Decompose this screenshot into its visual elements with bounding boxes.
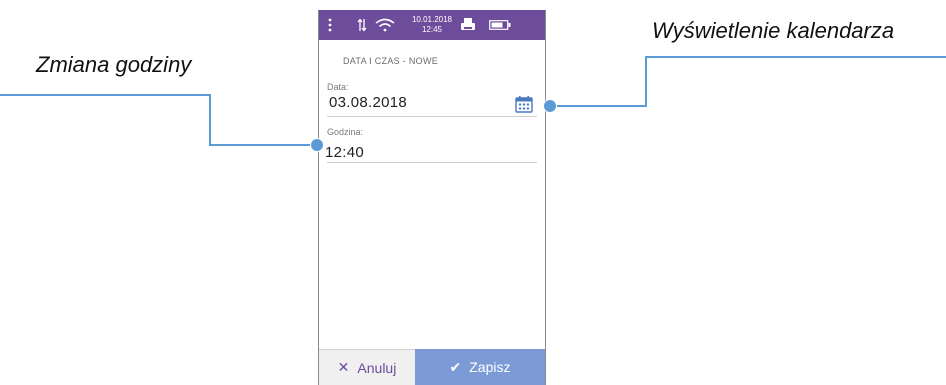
status-clock: 10.01.2018 12:45 xyxy=(409,10,455,40)
callout-dot-calendar xyxy=(543,99,557,113)
save-button[interactable]: ✔ Zapisz xyxy=(415,349,545,385)
screen-title: DATA I CZAS - NOWE xyxy=(343,56,439,66)
cancel-button[interactable]: ✕ Anuluj xyxy=(319,349,415,385)
save-label: Zapisz xyxy=(469,359,511,375)
time-underline xyxy=(327,162,537,163)
checkmark-icon: ✔ xyxy=(449,358,462,375)
time-field[interactable]: 12:40 xyxy=(325,144,364,161)
status-date: 10.01.2018 xyxy=(411,15,453,24)
wifi-icon xyxy=(373,10,397,40)
status-time: 12:45 xyxy=(421,25,443,34)
date-field[interactable]: 03.08.2018 xyxy=(329,94,407,111)
time-label: Godzina: xyxy=(327,127,364,137)
date-label: Data: xyxy=(327,82,349,92)
close-icon: ✕ xyxy=(337,359,350,375)
printer-icon xyxy=(459,10,477,40)
battery-icon xyxy=(487,10,513,40)
annotation-calendar-display: Wyświetlenie kalendarza xyxy=(652,18,895,43)
device-screen: 10.01.2018 12:45 DATA I CZAS - NOWE Data… xyxy=(318,10,546,385)
menu-dots-icon[interactable] xyxy=(323,10,337,40)
callout-dot-time xyxy=(310,138,324,152)
footer-bar: ✕ Anuluj ✔ Zapisz xyxy=(319,349,545,385)
annotation-time-change: Zmiana godziny xyxy=(36,52,192,77)
cancel-label: Anuluj xyxy=(357,359,397,376)
data-transfer-icon xyxy=(355,10,369,40)
status-bar: 10.01.2018 12:45 xyxy=(319,10,545,40)
calendar-icon[interactable] xyxy=(515,95,533,113)
date-underline xyxy=(327,116,537,117)
